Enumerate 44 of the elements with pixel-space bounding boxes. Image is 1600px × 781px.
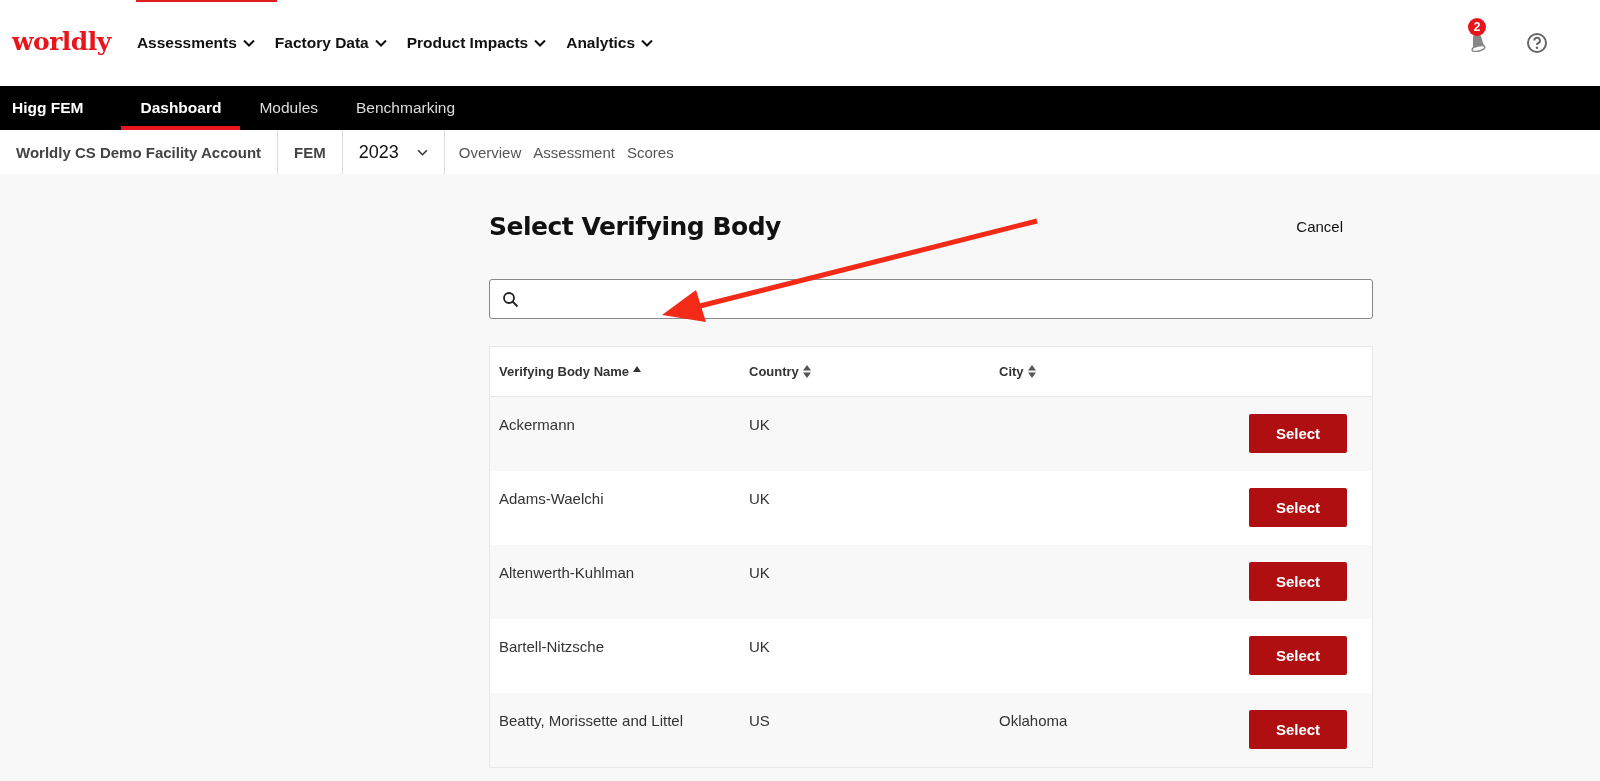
nav-menu[interactable]: Assessments	[136, 34, 255, 52]
help-icon[interactable]	[1526, 32, 1548, 54]
search-icon	[502, 290, 519, 308]
select-button[interactable]: Select	[1249, 488, 1347, 527]
chevron-down-icon	[641, 39, 654, 47]
search-field[interactable]	[489, 279, 1373, 319]
table-cell-text: Oklahoma	[999, 711, 1068, 729]
table-cell-text: Adams-Waelchi	[499, 489, 604, 507]
context-link[interactable]: Scores	[623, 139, 678, 165]
notification-count: 2	[1468, 18, 1486, 36]
table-cell-text: US	[749, 711, 770, 729]
cancel-button[interactable]: Cancel	[1292, 214, 1347, 239]
select-button[interactable]: Select	[1249, 562, 1347, 601]
module-title: Higg FEM	[11, 98, 85, 118]
chevron-down-icon	[374, 39, 387, 47]
table-cell-text: UK	[749, 489, 770, 507]
nav-menu[interactable]: Analytics	[566, 34, 654, 52]
logo[interactable]: worldly	[12, 26, 111, 56]
select-button[interactable]: Select	[1249, 414, 1347, 453]
select-button[interactable]: Select	[1249, 710, 1347, 749]
table-cell-text: Altenwerth-Kuhlman	[499, 563, 635, 581]
table-cell-text: Beatty, Morissette and Littel	[499, 711, 683, 729]
chevron-down-icon	[242, 39, 255, 47]
column-header[interactable]: City	[999, 364, 1036, 379]
chevron-down-icon	[534, 39, 547, 47]
select-button[interactable]: Select	[1249, 636, 1347, 675]
table-cell-text: UK	[749, 563, 770, 581]
chevron-down-icon	[416, 148, 428, 156]
module-label: FEM	[278, 130, 343, 174]
context-link[interactable]: Overview	[454, 139, 526, 165]
account-name: Worldly CS Demo Facility Account	[0, 130, 279, 174]
table-cell-text: Ackermann	[499, 415, 575, 433]
module-tab[interactable]: Benchmarking	[337, 86, 475, 130]
year-dropdown[interactable]: 2023	[342, 130, 445, 174]
table-cell-text: UK	[749, 415, 770, 433]
nav-menu[interactable]: Product Impacts	[406, 34, 547, 52]
column-header[interactable]: Country	[749, 364, 811, 379]
table-cell-text: Bartell-Nitzsche	[499, 637, 605, 655]
nav-menu[interactable]: Factory Data	[274, 34, 387, 52]
context-link[interactable]: Assessment	[529, 139, 619, 165]
table-cell-text: UK	[749, 637, 770, 655]
page-title: Select Verifying Body	[489, 212, 781, 241]
module-tab[interactable]: Modules	[240, 86, 338, 130]
column-header[interactable]: Verifying Body Name	[499, 364, 642, 379]
